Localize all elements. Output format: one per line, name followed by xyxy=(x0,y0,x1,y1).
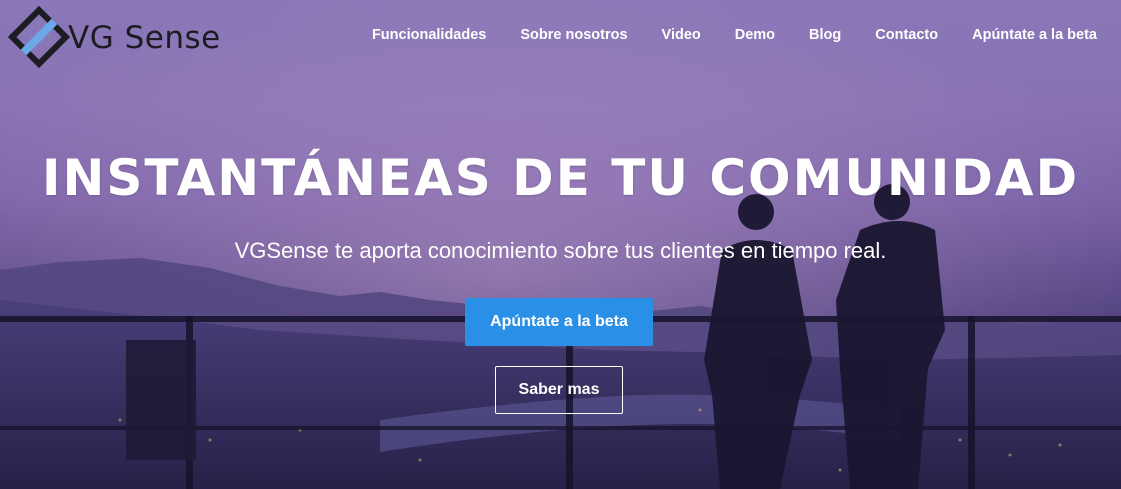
nav-item-sobre-nosotros[interactable]: Sobre nosotros xyxy=(503,26,644,44)
logo-icon xyxy=(8,6,70,68)
nav-item-demo[interactable]: Demo xyxy=(718,26,792,44)
nav-item-video[interactable]: Video xyxy=(645,26,718,44)
nav-item-blog[interactable]: Blog xyxy=(792,26,858,44)
nav-item-funcionalidades[interactable]: Funcionalidades xyxy=(355,26,503,44)
brand-name: VG Sense xyxy=(68,20,221,56)
learn-more-button[interactable]: Saber mas xyxy=(495,366,623,414)
hero-section: VG Sense Funcionalidades Sobre nosotros … xyxy=(0,0,1121,489)
beta-signup-button[interactable]: Apúntate a la beta xyxy=(465,298,653,346)
main-nav: Funcionalidades Sobre nosotros Video Dem… xyxy=(355,26,1097,44)
brand-logo[interactable]: VG Sense xyxy=(8,6,221,68)
nav-item-contacto[interactable]: Contacto xyxy=(858,26,955,44)
nav-item-beta[interactable]: Apúntate a la beta xyxy=(955,26,1097,44)
hero-title: INSTANTÁNEAS DE TU COMUNIDAD xyxy=(41,149,1080,207)
hero-subtitle: VGSense te aporta conocimiento sobre tus… xyxy=(234,238,887,263)
